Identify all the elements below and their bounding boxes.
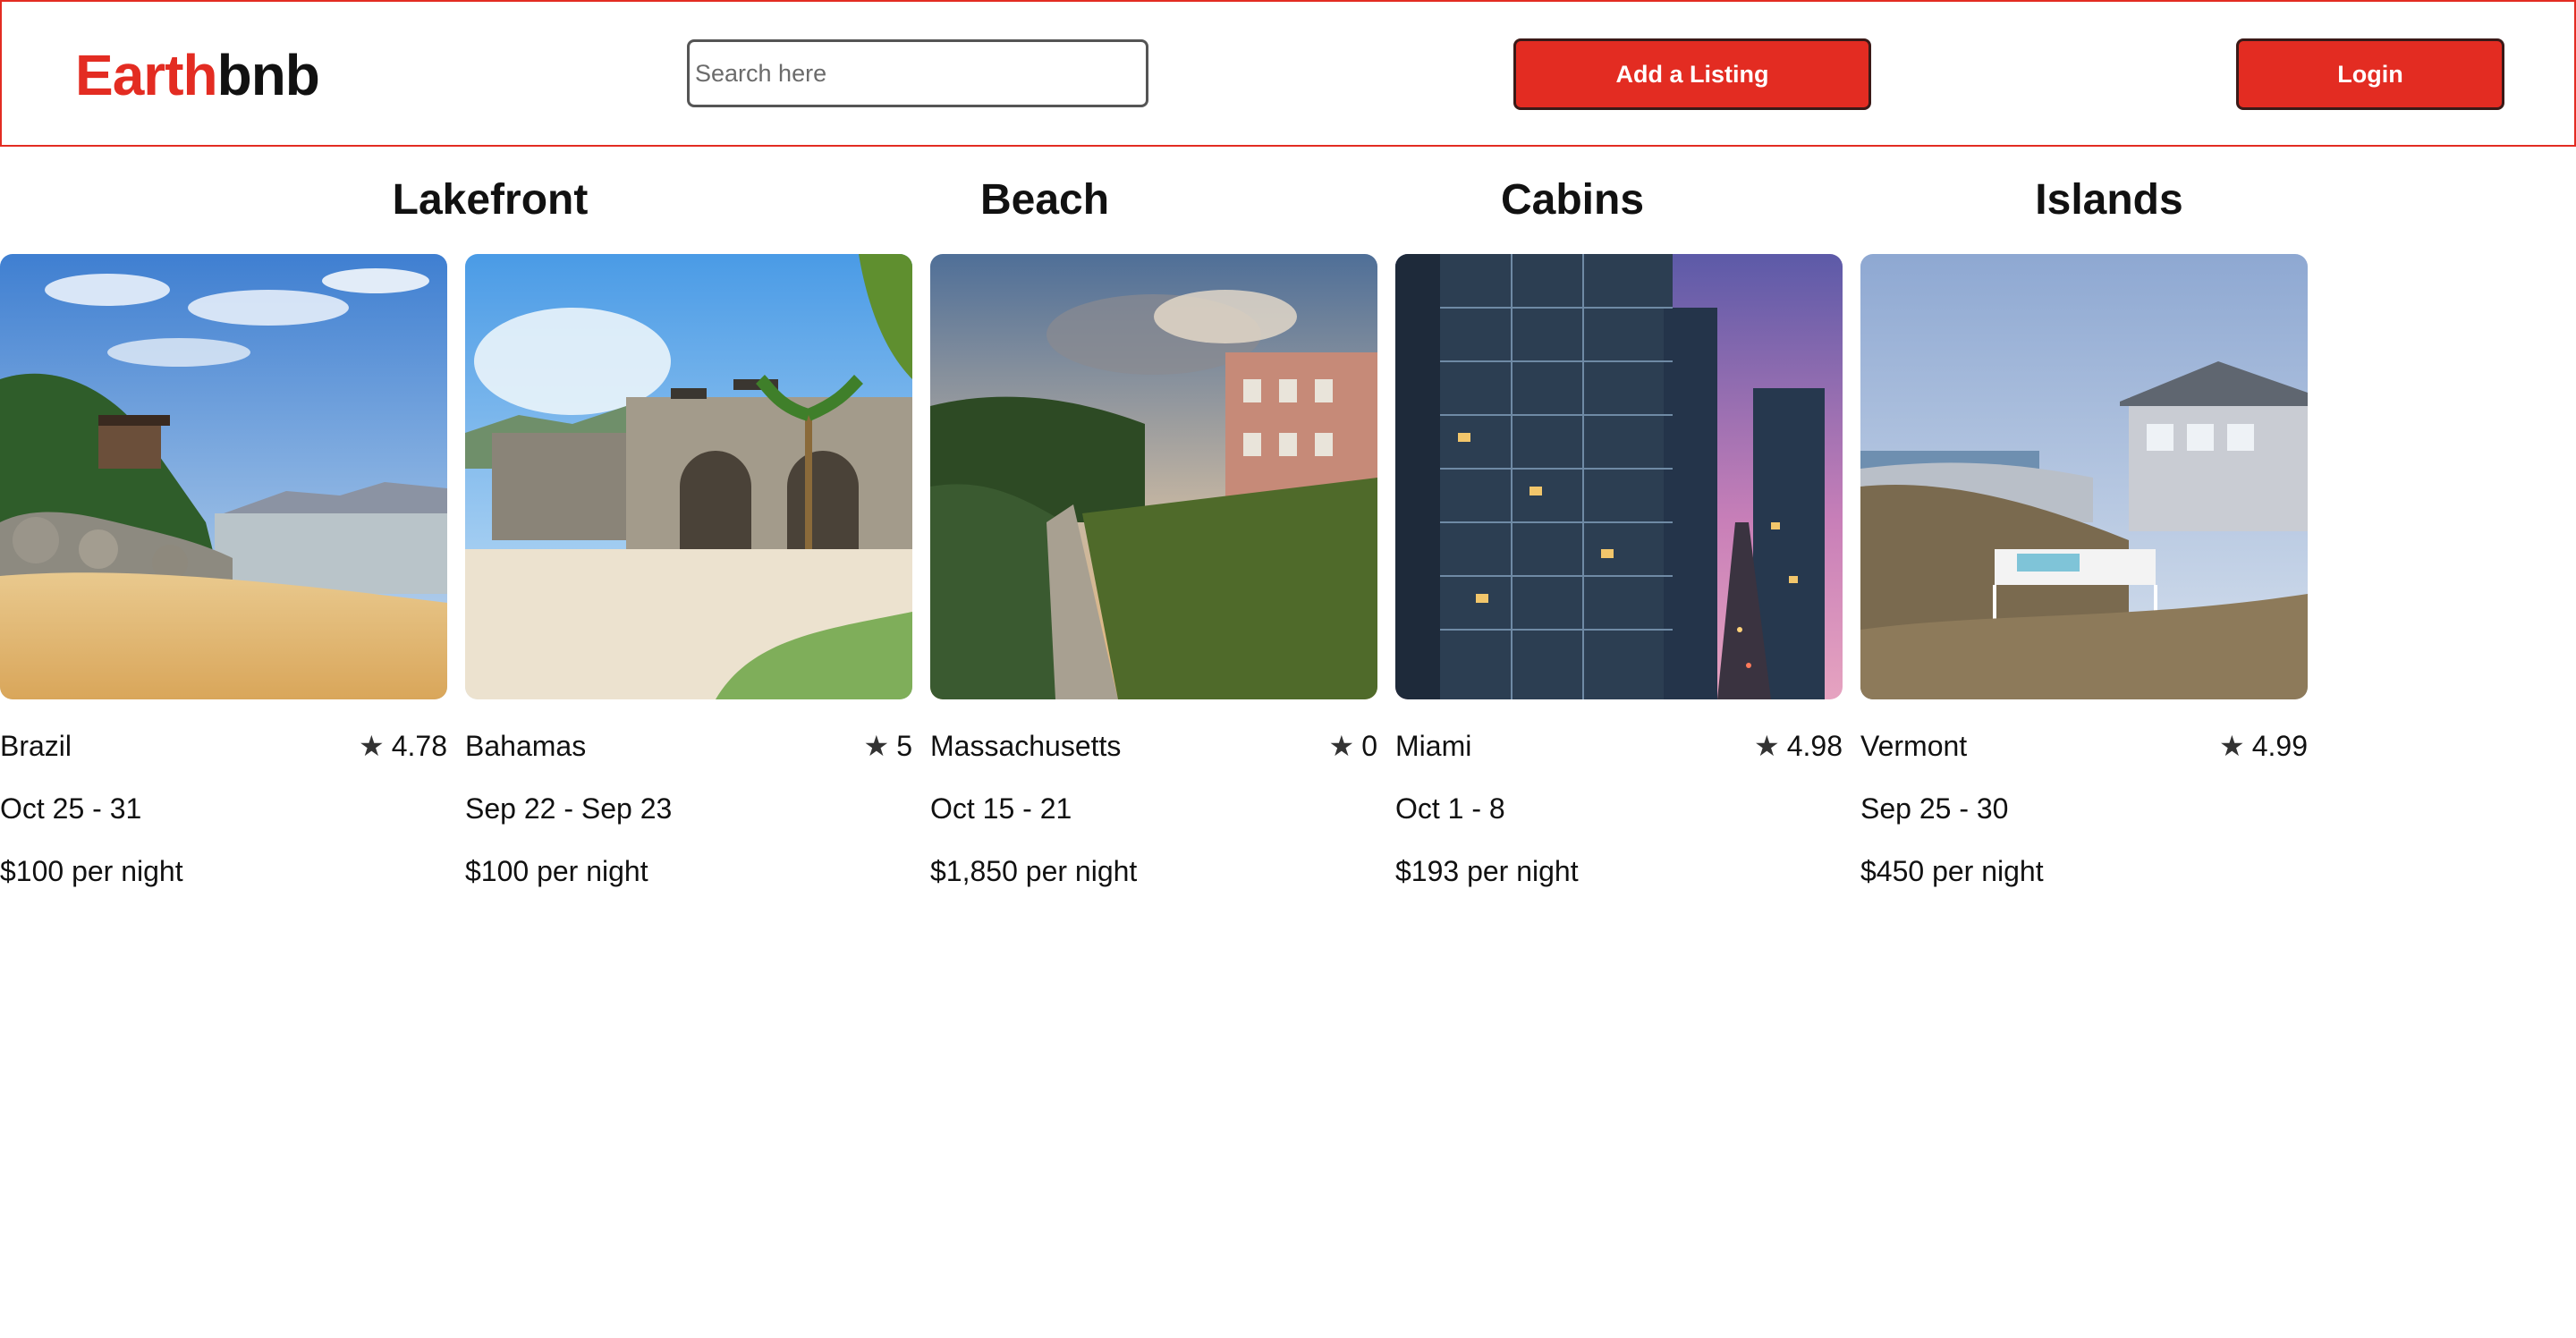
- navbar: Earthbnb Add a Listing Login: [0, 0, 2576, 147]
- listing-location: Brazil: [0, 730, 72, 762]
- star-icon: ★: [359, 730, 385, 762]
- category-cabins[interactable]: Cabins: [1501, 174, 1644, 227]
- category-islands[interactable]: Islands: [2035, 174, 2182, 227]
- listing-location: Bahamas: [465, 730, 587, 762]
- rating-value: 4.78: [391, 730, 447, 762]
- listing-photo[interactable]: [465, 254, 912, 699]
- star-icon: ★: [1328, 730, 1355, 762]
- listing-photo[interactable]: [1395, 254, 1843, 699]
- listing-price: $1,850 per night: [930, 855, 1138, 887]
- category-beach[interactable]: Beach: [980, 174, 1109, 227]
- listing-location: Massachusetts: [930, 730, 1122, 762]
- logo-earth: Earth: [75, 43, 218, 107]
- logo-bnb: bnb: [216, 43, 320, 107]
- listing-rating: ★ 5: [864, 728, 912, 764]
- rating-value: 4.99: [2251, 730, 2308, 762]
- listing-price: $450 per night: [1860, 855, 2044, 887]
- logo[interactable]: Earthbnb: [75, 41, 320, 109]
- listing-price: $100 per night: [0, 855, 183, 887]
- login-button[interactable]: Login: [2236, 38, 2504, 110]
- listing-price: $193 per night: [1395, 855, 1579, 887]
- listing-dates: Oct 15 - 21: [930, 792, 1072, 825]
- listing-rating: ★ 4.78: [359, 728, 447, 764]
- listing-card[interactable]: Massachusetts ★ 0 Oct 15 - 21 $1,850 per …: [930, 254, 1377, 898]
- listing-photo[interactable]: [0, 254, 447, 699]
- listing-rating: ★ 4.98: [1754, 728, 1843, 764]
- listing-photo[interactable]: [1860, 254, 2308, 699]
- listing-dates: Sep 25 - 30: [1860, 792, 2009, 825]
- rating-value: 0: [1361, 730, 1377, 762]
- listing-photo[interactable]: [930, 254, 1377, 699]
- listing-card[interactable]: Brazil ★ 4.78 Oct 25 - 31 $100 per night: [0, 254, 447, 898]
- listing-card[interactable]: Vermont ★ 4.99 Sep 25 - 30 $450 per night: [1860, 254, 2308, 898]
- rating-value: 4.98: [1786, 730, 1843, 762]
- listing-price: $100 per night: [465, 855, 648, 887]
- listing-rating: ★ 0: [1329, 728, 1377, 764]
- add-listing-button[interactable]: Add a Listing: [1513, 38, 1871, 110]
- listing-dates: Sep 22 - Sep 23: [465, 792, 673, 825]
- star-icon: ★: [863, 730, 890, 762]
- search-input[interactable]: [687, 39, 1148, 107]
- rating-value: 5: [896, 730, 912, 762]
- category-lakefront[interactable]: Lakefront: [393, 174, 589, 227]
- listing-location: Miami: [1395, 730, 1472, 762]
- listing-card[interactable]: Bahamas ★ 5 Sep 22 - Sep 23 $100 per nigh…: [465, 254, 912, 898]
- listing-location: Vermont: [1860, 730, 1968, 762]
- listing-dates: Oct 1 - 8: [1395, 792, 1505, 825]
- star-icon: ★: [2219, 730, 2245, 762]
- listing-dates: Oct 25 - 31: [0, 792, 142, 825]
- listing-card[interactable]: Miami ★ 4.98 Oct 1 - 8 $193 per night: [1395, 254, 1843, 898]
- star-icon: ★: [1754, 730, 1780, 762]
- listing-rating: ★ 4.99: [2219, 728, 2308, 764]
